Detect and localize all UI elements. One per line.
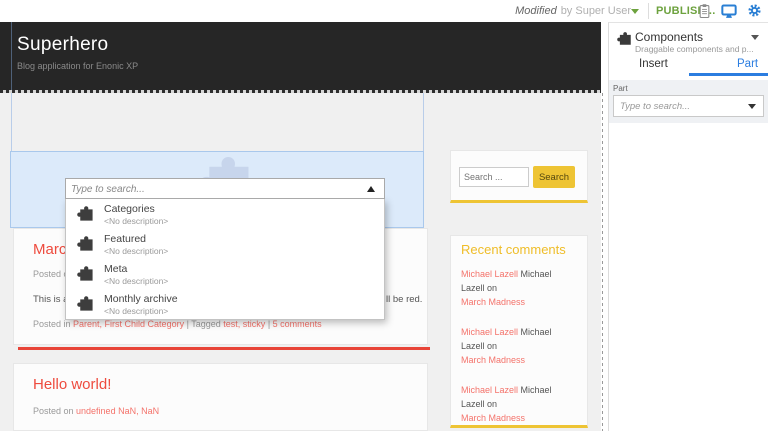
dropdown-item-description: <No description> (104, 276, 169, 286)
dropdown-item-name: Categories (104, 203, 155, 215)
search-input[interactable] (459, 167, 529, 187)
dropdown-item-description: <No description> (104, 306, 169, 316)
comment-entry: Michael Lazell Michael Lazell on March M… (461, 267, 577, 309)
puzzle-part-icon (77, 206, 93, 221)
recent-comments-widget: Recent comments Michael Lazell Michael L… (450, 235, 588, 428)
dropdown-item-name: Monthly archive (104, 293, 178, 305)
comment-post-link[interactable]: March Madness (461, 297, 525, 307)
dropdown-item-description: <No description> (104, 216, 169, 226)
post-card-hello-world: Hello world! Posted on undefined NaN, Na… (13, 363, 428, 431)
tab-insert[interactable]: Insert (639, 58, 668, 70)
post-title-link[interactable]: Hello world! (33, 376, 111, 393)
panel-collapse-arrow-icon[interactable] (751, 35, 759, 40)
region-highlight-line (11, 93, 12, 151)
dropdown-item-name: Meta (104, 263, 128, 275)
sidebar-search-widget: Search (450, 150, 588, 203)
search-button[interactable]: Search (533, 166, 575, 188)
collapse-up-arrow-icon[interactable] (367, 186, 375, 192)
tag-links[interactable]: test, sticky (223, 319, 265, 329)
monitor-icon[interactable] (721, 4, 737, 19)
site-header: Superhero Blog application for Enonic XP (0, 22, 601, 90)
panel-subtitle: Draggable components and p... (635, 44, 754, 54)
comment-author-link[interactable]: Michael Lazell (461, 327, 518, 337)
posted-on-label: Posted on (33, 406, 77, 416)
top-toolbar: Modified by Super User PUBLISH... (0, 0, 768, 22)
post-posted-on-line: Posted on undefined NaN, NaN (33, 406, 159, 416)
content-studio-page-editor: Modified by Super User PUBLISH... Superh… (0, 0, 768, 431)
tagged-label: | Tagged (184, 319, 224, 329)
component-search-dropdown: Categories <No description> Featured <No… (65, 178, 385, 320)
post-date-link[interactable]: undefined NaN, NaN (76, 406, 159, 416)
meta-separator: | (265, 319, 273, 329)
comment-post-link[interactable]: March Madness (461, 355, 525, 365)
puzzle-part-icon (77, 296, 93, 311)
region-highlight-line (11, 22, 12, 90)
part-selector-section: Part (609, 80, 768, 123)
dropdown-item-monthly-archive[interactable]: Monthly archive <No description> (66, 289, 384, 319)
dropdown-item-meta[interactable]: Meta <No description> (66, 259, 384, 289)
component-options-list: Categories <No description> Featured <No… (65, 199, 385, 320)
post-body-fragment: ll be red. (386, 294, 423, 305)
status-modified-by: by Super User (560, 5, 631, 17)
panel-title: Components (635, 30, 704, 44)
region-highlight-line (423, 93, 424, 152)
dropdown-item-name: Featured (104, 233, 147, 245)
comment-author-link[interactable]: Michael Lazell (461, 269, 518, 279)
page-right-dashed-border (602, 93, 603, 431)
category-links[interactable]: Parent, First Child Category (73, 319, 184, 329)
puzzle-part-icon (77, 266, 93, 281)
dropdown-item-categories[interactable]: Categories <No description> (66, 199, 384, 229)
content-status: Modified by Super User (515, 0, 631, 22)
combobox-dropdown-arrow-icon[interactable] (748, 104, 756, 109)
gear-icon[interactable] (747, 3, 762, 18)
comment-entry: Michael Lazell Michael Lazell on March M… (461, 325, 577, 367)
comment-post-link[interactable]: March Madness (461, 413, 525, 423)
part-combobox-input[interactable] (614, 96, 763, 117)
site-title: Superhero (17, 34, 109, 55)
recent-comments-title: Recent comments (461, 242, 566, 257)
comments-count-link[interactable]: 5 comments (273, 319, 322, 329)
comment-entry: Michael Lazell Michael Lazell on March M… (461, 383, 577, 425)
post-divider (18, 347, 430, 350)
component-search-field (65, 178, 385, 199)
comment-author-link[interactable]: Michael Lazell (461, 385, 518, 395)
part-combobox (613, 95, 764, 117)
status-modified-label: Modified (515, 5, 557, 17)
puzzle-part-icon (77, 236, 93, 251)
page-canvas: Search Recent comments Michael Lazell Mi… (0, 93, 601, 431)
version-dropdown-arrow-icon[interactable] (631, 9, 639, 14)
toolbar-divider (648, 3, 649, 19)
site-subtitle: Blog application for Enonic XP (17, 61, 139, 71)
tab-part[interactable]: Part (737, 58, 758, 70)
components-inspector-panel: Components Draggable components and p...… (608, 22, 768, 431)
component-search-input[interactable] (66, 180, 384, 199)
active-tab-underline (689, 73, 768, 76)
dropdown-item-description: <No description> (104, 246, 169, 256)
posted-in-label: Posted in (33, 319, 74, 329)
dropdown-item-featured[interactable]: Featured <No description> (66, 229, 384, 259)
part-section-label: Part (613, 84, 628, 93)
components-puzzle-icon (617, 32, 631, 45)
clipboard-icon[interactable] (698, 3, 711, 19)
post-meta-line: Posted in Parent, First Child Category |… (33, 319, 322, 329)
